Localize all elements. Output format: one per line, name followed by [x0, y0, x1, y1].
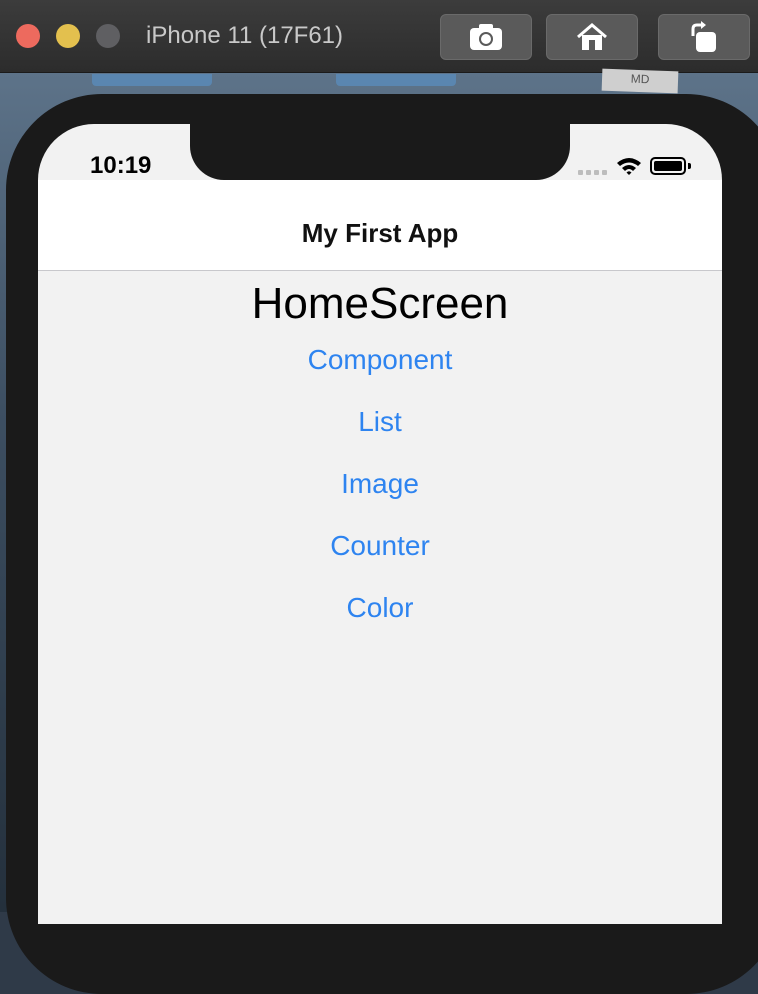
desktop-file-label: MD [601, 68, 679, 94]
component-link[interactable]: Component [38, 329, 722, 391]
window-title: iPhone 11 (17F61) [146, 22, 344, 49]
counter-link[interactable]: Counter [38, 515, 722, 577]
rotate-button[interactable] [658, 14, 750, 60]
wifi-icon [617, 158, 641, 175]
battery-icon [650, 157, 686, 175]
home-button[interactable] [546, 14, 638, 60]
page-heading: HomeScreen [251, 279, 509, 328]
nav-title: My First App [301, 218, 459, 248]
screenshot-icon [470, 24, 502, 50]
navigation-bar: My First App [38, 180, 722, 271]
home-icon [577, 23, 607, 50]
cellular-signal-icon [578, 170, 607, 175]
list-link[interactable]: List [38, 391, 722, 453]
color-link[interactable]: Color [38, 577, 722, 639]
zoom-window-button[interactable] [96, 24, 120, 48]
screenshot-button[interactable] [440, 14, 532, 60]
rotate-icon [691, 21, 716, 52]
phone-screen: 10:19 My First App HomeScreen Component … [38, 124, 722, 924]
minimize-window-button[interactable] [56, 24, 80, 48]
simulator-title-bar: iPhone 11 (17F61) [0, 0, 758, 73]
status-time: 10:19 [90, 152, 152, 179]
home-screen-content: HomeScreen Component List Image Counter … [38, 271, 722, 639]
desktop-element [92, 74, 212, 86]
close-window-button[interactable] [16, 24, 40, 48]
battery-cap [688, 163, 691, 169]
image-link[interactable]: Image [38, 453, 722, 515]
phone-notch [190, 124, 570, 180]
desktop-element [336, 74, 456, 86]
link-list: Component List Image Counter Color [38, 329, 722, 639]
